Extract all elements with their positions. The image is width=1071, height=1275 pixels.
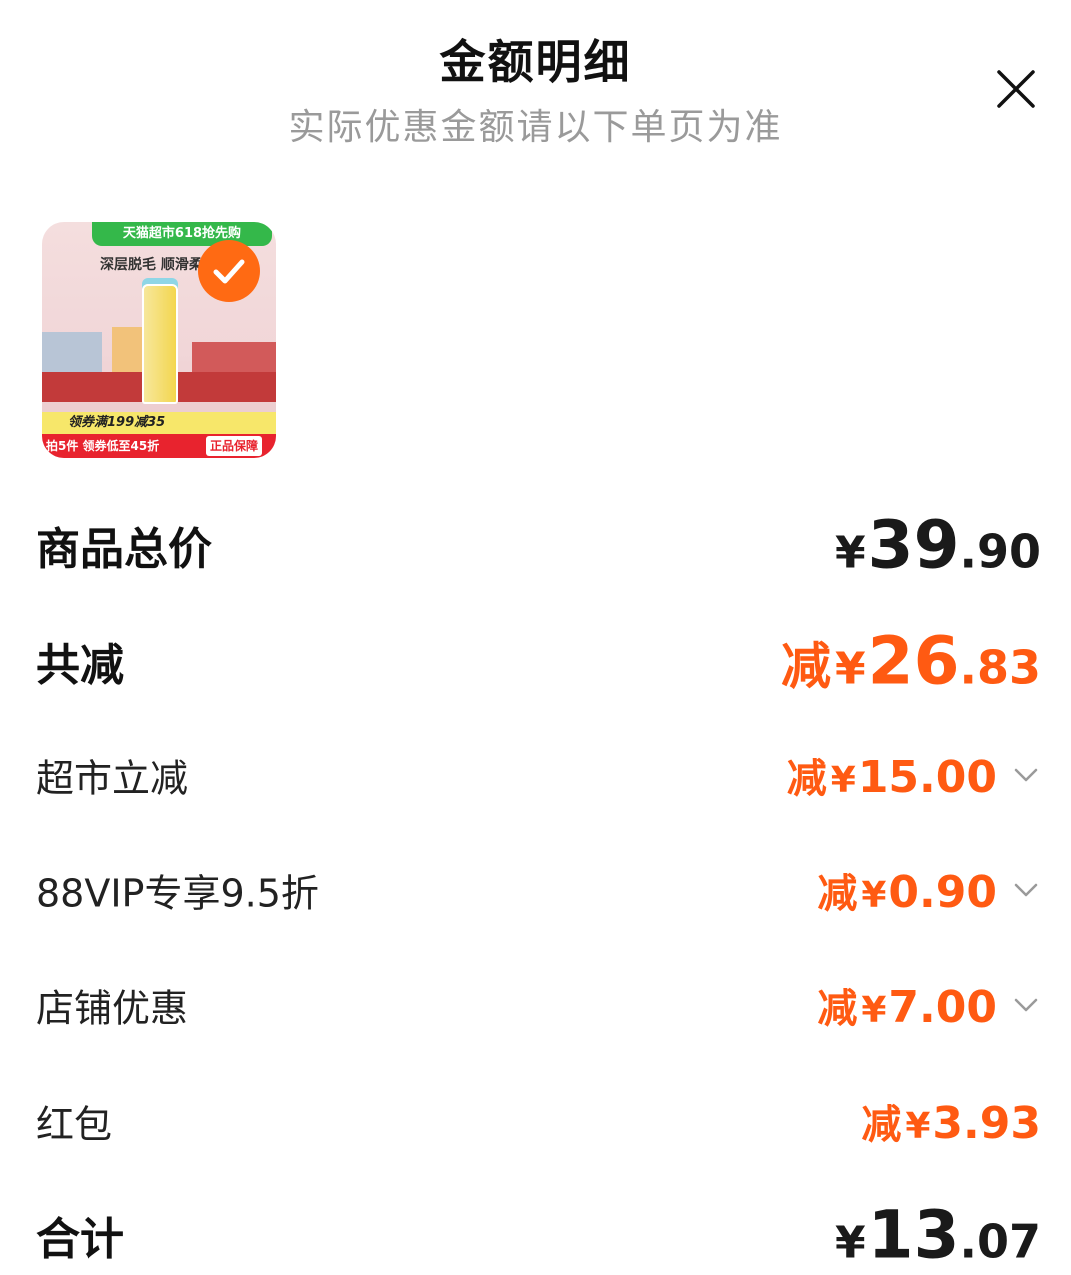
chevron-down-icon[interactable] xyxy=(1011,760,1041,790)
row-label: 红包 xyxy=(36,1102,113,1147)
row-label: 店铺优惠 xyxy=(36,986,189,1031)
product-tube xyxy=(142,284,178,404)
row-amount: 减 ¥ 3 .93 xyxy=(861,1092,1041,1150)
row-amount: 减 ¥ 15 .00 xyxy=(787,746,1041,804)
chevron-down-icon[interactable] xyxy=(1011,990,1041,1020)
row-grand-total: 合计 ¥ 13 .07 xyxy=(36,1197,1041,1274)
amount-decimal: .07 xyxy=(959,1214,1042,1269)
currency-symbol: ¥ xyxy=(861,875,887,916)
amount-detail-sheet: 金额明细 实际优惠金额请以下单页为准 天猫超市618抢先购 深层脱毛 顺滑柔 领… xyxy=(0,0,1071,1275)
thumb-tagline: 深层脱毛 顺滑柔 xyxy=(100,257,203,273)
currency-symbol: ¥ xyxy=(835,527,866,579)
row-label: 共减 xyxy=(36,640,124,691)
row-goods-total: 商品总价 ¥ 39 .90 xyxy=(36,507,1041,584)
amount-integer: 3 xyxy=(932,1098,964,1149)
selected-checkbox[interactable] xyxy=(198,240,260,302)
row-amount: 减 ¥ 26 .83 xyxy=(781,623,1041,700)
check-icon xyxy=(213,259,245,284)
amount-decimal: .93 xyxy=(963,1098,1041,1149)
close-icon xyxy=(997,70,1035,108)
amount-decimal: .00 xyxy=(919,982,997,1033)
row-amount: ¥ 13 .07 xyxy=(835,1197,1041,1274)
row-label: 合计 xyxy=(36,1214,124,1265)
row-store-discount[interactable]: 店铺优惠 减 ¥ 7 .00 xyxy=(36,970,1041,1040)
row-discount-total: 共减 减 ¥ 26 .83 xyxy=(36,623,1041,700)
row-label: 商品总价 xyxy=(36,524,212,575)
thumb-coupon: 领券满199减35 xyxy=(42,412,276,434)
amount-integer: 39 xyxy=(867,506,960,584)
row-label: 超市立减 xyxy=(36,756,189,801)
chevron-down-icon[interactable] xyxy=(1011,875,1041,905)
currency-symbol: ¥ xyxy=(835,643,866,695)
thumb-guarantee-badge: 正品保障 xyxy=(205,436,262,456)
amount-decimal: .90 xyxy=(919,867,997,918)
amount-integer: 26 xyxy=(867,622,960,700)
row-red-packet: 红包 减 ¥ 3 .93 xyxy=(36,1086,1041,1156)
amount-integer: 13 xyxy=(867,1196,960,1274)
amount-integer: 15 xyxy=(857,752,920,803)
minus-label: 减 xyxy=(781,637,832,696)
amount-integer: 7 xyxy=(888,982,920,1033)
row-amount: ¥ 39 .90 xyxy=(835,507,1041,584)
amount-decimal: .90 xyxy=(959,524,1042,579)
currency-symbol: ¥ xyxy=(861,990,887,1031)
thumb-footer-text: 拍5件 领券低至45折 xyxy=(46,439,160,453)
amount-decimal: .00 xyxy=(919,752,997,803)
thumb-footer: 拍5件 领券低至45折 正品保障 xyxy=(42,434,276,458)
currency-symbol: ¥ xyxy=(830,760,856,801)
minus-label: 减 xyxy=(817,871,858,917)
row-supermarket-discount[interactable]: 超市立减 减 ¥ 15 .00 xyxy=(36,740,1041,810)
sheet-subtitle: 实际优惠金额请以下单页为准 xyxy=(288,107,783,148)
amount-decimal: .83 xyxy=(959,640,1042,695)
amount-integer: 0 xyxy=(888,867,920,918)
row-label: 88VIP专享9.5折 xyxy=(36,871,319,916)
sheet-title: 金额明细 xyxy=(439,35,632,89)
row-amount: 减 ¥ 7 .00 xyxy=(817,976,1041,1034)
row-vip-discount[interactable]: 88VIP专享9.5折 减 ¥ 0 .90 xyxy=(36,855,1041,925)
product-thumbnail[interactable]: 天猫超市618抢先购 深层脱毛 顺滑柔 领券满199减35 拍5件 领券低至45… xyxy=(42,222,276,458)
currency-symbol: ¥ xyxy=(905,1106,931,1147)
minus-label: 减 xyxy=(817,986,858,1032)
minus-label: 减 xyxy=(786,756,827,802)
close-button[interactable] xyxy=(995,68,1037,110)
currency-symbol: ¥ xyxy=(835,1217,866,1269)
row-amount: 减 ¥ 0 .90 xyxy=(817,861,1041,919)
minus-label: 减 xyxy=(861,1102,902,1148)
